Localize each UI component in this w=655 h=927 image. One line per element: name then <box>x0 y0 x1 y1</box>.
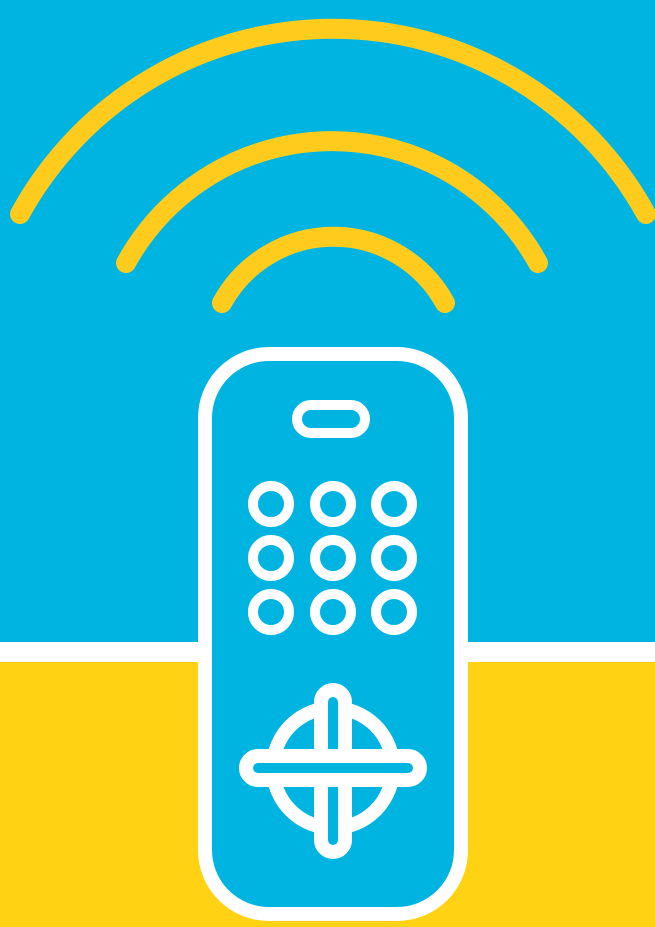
remote-signal-illustration <box>0 0 655 927</box>
illustration-svg <box>0 0 655 927</box>
remote-control-icon <box>198 347 468 921</box>
dpad-center <box>328 763 338 773</box>
